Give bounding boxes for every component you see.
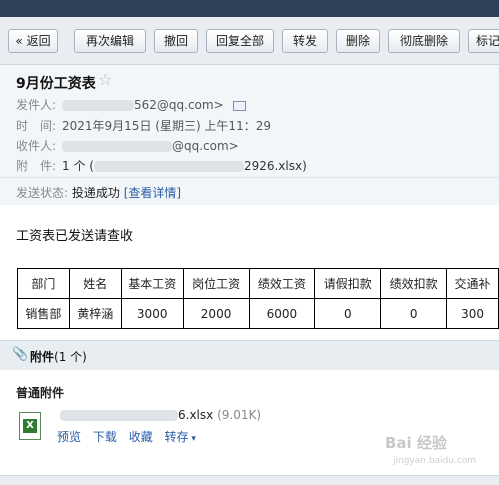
send-status: 发送状态: 投递成功 [查看详情] — [16, 184, 181, 201]
table-cell: 300 — [446, 298, 499, 329]
table-cell: 0 — [380, 298, 448, 329]
save-to-label: 转存 — [164, 430, 189, 444]
mail-subject: 9月份工资表 — [16, 76, 96, 92]
attachments-header: 📎 附件(1 个) — [0, 340, 499, 370]
preview-link[interactable]: 预览 — [57, 430, 81, 444]
save-to-link[interactable]: 转存 ▾ — [165, 430, 196, 444]
contact-card-icon[interactable] — [233, 100, 247, 111]
chevron-down-icon: ▾ — [188, 434, 196, 444]
attachment-name-suffix: 6.xlsx — [178, 408, 214, 422]
status-value: 投递成功 — [71, 186, 120, 200]
attachment-file-name[interactable]: 6.xlsx (9.01K) — [60, 408, 261, 422]
table-cell: 黄梓涵 — [68, 298, 122, 329]
baidu-watermark: Bai 经验 — [385, 434, 447, 452]
table-header-cell: 绩效工资 — [248, 268, 316, 299]
table-header-cell: 绩效扣款 — [380, 268, 448, 299]
to-label: 收件人: — [16, 139, 57, 153]
time-value: 2021年9月15日 (星期三) 上午11：29 — [62, 119, 271, 133]
back-button[interactable]: « 返回 — [8, 29, 58, 53]
forward-button[interactable]: 转发 — [282, 29, 328, 53]
redacted-recipient — [62, 141, 172, 152]
attachments-title-text: 附件 — [30, 350, 55, 364]
table-cell: 2000 — [182, 298, 250, 329]
salary-table: 部门 姓名 基本工资 岗位工资 绩效工资 请假扣款 绩效扣款 交通补 销售部 黄… — [17, 268, 499, 329]
attachment-file-size: (9.01K) — [217, 408, 262, 422]
redacted-filename — [93, 161, 244, 172]
from-label: 发件人: — [16, 98, 57, 112]
excel-file-icon[interactable]: X — [19, 412, 41, 440]
table-header-cell: 姓名 — [68, 268, 122, 299]
table-header-cell: 请假扣款 — [314, 268, 382, 299]
from-value[interactable]: 562@qq.com> — [134, 98, 224, 112]
mail-toolbar: « 返回 再次编辑 撤回 回复全部 转发 删除 彻底删除 标记 — [0, 17, 499, 65]
download-link[interactable]: 下载 — [93, 430, 117, 444]
table-cell: 0 — [314, 298, 382, 329]
time-label: 时 间: — [16, 119, 57, 133]
normal-attachments-label: 普通附件 — [16, 386, 65, 400]
redacted-sender — [62, 100, 134, 111]
attachments-count: (1 个) — [54, 350, 87, 364]
table-header-row: 部门 姓名 基本工资 岗位工资 绩效工资 请假扣款 绩效扣款 交通补 — [17, 268, 499, 299]
star-icon[interactable]: ☆ — [98, 70, 112, 89]
delete-permanently-button[interactable]: 彻底删除 — [388, 29, 460, 53]
attachment-file[interactable]: 2926.xlsx) — [244, 159, 307, 173]
redacted-attachment-name — [60, 410, 178, 421]
collect-link[interactable]: 收藏 — [129, 430, 153, 444]
attachment-actions: 预览 下载 收藏 转存 ▾ — [57, 428, 204, 445]
status-label: 发送状态: — [16, 186, 69, 200]
window-top-bar — [0, 0, 499, 17]
reedit-button[interactable]: 再次编辑 — [74, 29, 146, 53]
table-header-cell: 基本工资 — [120, 268, 184, 299]
to-value[interactable]: @qq.com> — [172, 139, 239, 153]
table-cell: 6000 — [248, 298, 316, 329]
mark-button[interactable]: 标记 — [468, 29, 499, 53]
to-row: 收件人: @qq.com> — [16, 137, 239, 154]
paperclip-icon: 📎 — [12, 347, 29, 362]
recall-button[interactable]: 撤回 — [154, 29, 198, 53]
header-divider — [0, 177, 499, 178]
table-header-cell: 交通补 — [446, 268, 499, 299]
time-row: 时 间: 2021年9月15日 (星期三) 上午11：29 — [16, 117, 271, 134]
mail-body-text: 工资表已发送请查收 — [16, 229, 134, 244]
table-header-cell: 部门 — [17, 268, 70, 299]
table-cell: 销售部 — [17, 298, 70, 329]
attachment-count: 1 个 ( — [62, 159, 94, 173]
table-header-cell: 岗位工资 — [182, 268, 250, 299]
bottom-toolbar — [0, 475, 499, 485]
reply-all-button[interactable]: 回复全部 — [206, 29, 274, 53]
table-row: 销售部 黄梓涵 3000 2000 6000 0 0 300 — [17, 298, 499, 329]
baidu-watermark-url: jingyan.baidu.com — [393, 456, 477, 466]
attachment-label: 附 件: — [16, 159, 57, 173]
attachments-title: 附件(1 个) — [30, 348, 87, 365]
attachment-row: 附 件: 1 个 ( 2926.xlsx) — [16, 157, 307, 174]
delete-button[interactable]: 删除 — [336, 29, 380, 53]
from-row: 发件人: 562@qq.com> — [16, 96, 247, 113]
mail-header: 9月份工资表 ☆ 发件人: 562@qq.com> 时 间: 2021年9月15日 … — [0, 65, 499, 205]
table-cell: 3000 — [120, 298, 184, 329]
status-details-link[interactable]: [查看详情] — [124, 186, 181, 200]
